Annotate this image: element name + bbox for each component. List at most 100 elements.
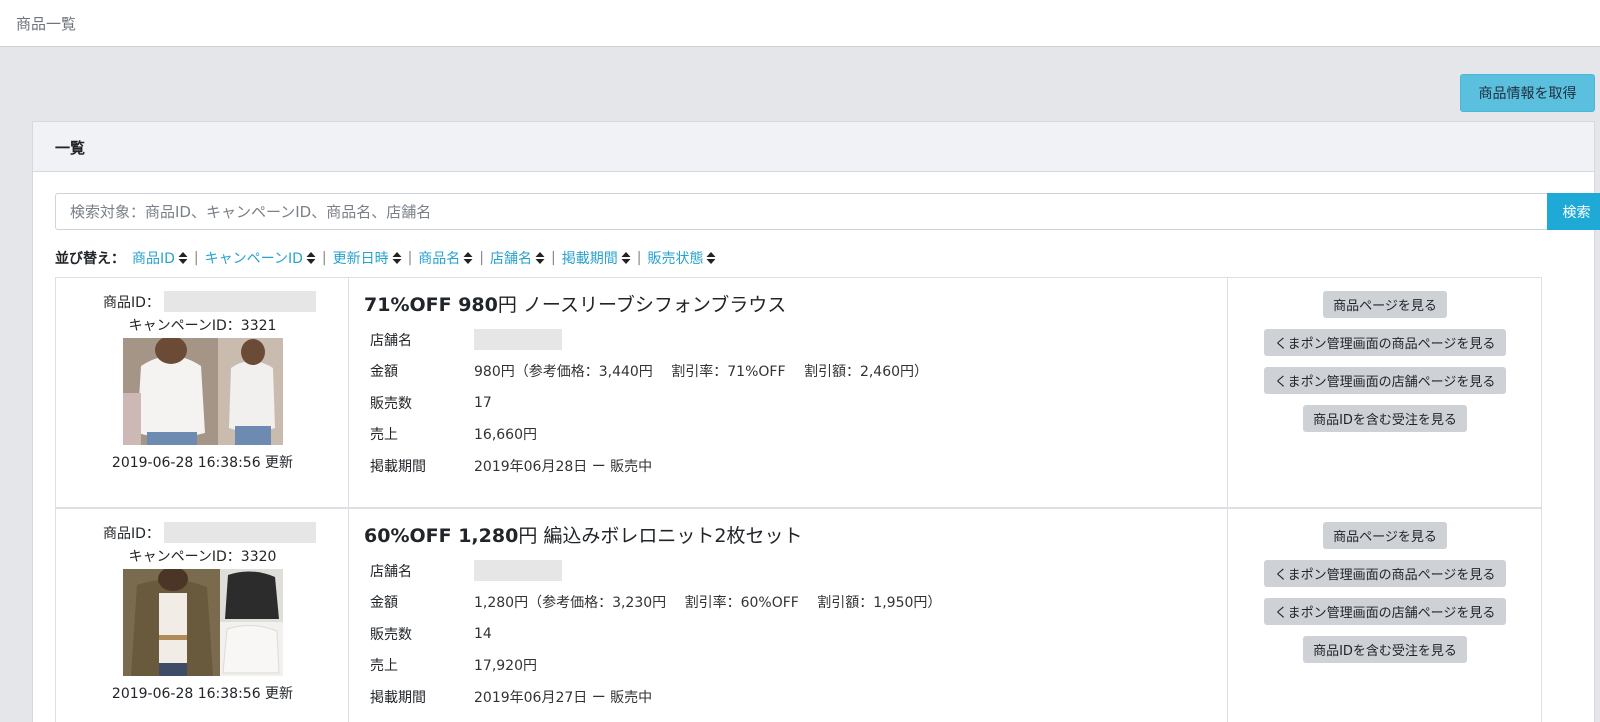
product-details: 71%OFF 980円 ノースリーブシフォンブラウス 店舗名 金額 980円（参… — [350, 278, 1227, 507]
search-input[interactable] — [55, 193, 1548, 230]
sort-label: 商品名 — [418, 251, 461, 267]
sort-label: 掲載期間 — [561, 251, 618, 267]
product-details: 60%OFF 1,280円 編込みボレロニット2枚セット 店舗名 金額 1,28… — [350, 509, 1227, 722]
sort-icon — [178, 252, 188, 264]
product-row: 商品ID： キャンペーンID：3320 2019-06-28 16:38:56 … — [55, 508, 1542, 722]
separator: | — [636, 250, 642, 266]
info-row-sales: 売上 16,660円 — [364, 419, 1204, 451]
sold-label: 販売数 — [370, 395, 412, 412]
info-row-sold: 販売数 17 — [364, 387, 1204, 419]
campaign-id: キャンペーンID：3320 — [128, 549, 277, 565]
breadcrumb: 商品一覧 — [16, 15, 77, 33]
sort-campaign-id[interactable]: キャンペーンID — [205, 248, 316, 268]
info-row-shop: 店舗名 — [364, 555, 1204, 587]
sold-value: 14 — [474, 625, 492, 642]
separator: | — [407, 250, 413, 266]
product-actions: 商品ページを見る くまポン管理画面の商品ページを見る くまポン管理画面の店舗ペー… — [1227, 278, 1542, 507]
info-row-period: 掲載期間 2019年06月27日 ー 販売中 — [364, 681, 1204, 713]
sold-label: 販売数 — [370, 626, 412, 643]
product-id: 商品ID： — [103, 522, 316, 543]
separator: | — [193, 250, 199, 266]
sort-label: 更新日時 — [332, 251, 389, 267]
product-title[interactable]: 71%OFF 980円 ノースリーブシフォンブラウス — [364, 290, 786, 317]
period-label: 掲載期間 — [370, 689, 426, 706]
shop-label: 店舗名 — [370, 563, 412, 580]
product-meta: 商品ID： キャンペーンID：3320 2019-06-28 16:38:56 … — [56, 509, 349, 722]
sort-product-id[interactable]: 商品ID — [132, 248, 188, 268]
sort-sale-status[interactable]: 販売状態 — [647, 248, 716, 268]
sort-label: キャンペーンID — [204, 251, 303, 267]
sort-label: 店舗名 — [490, 251, 533, 267]
product-name: 円 編込みボレロニット2枚セット — [518, 525, 803, 547]
view-product-page-button[interactable]: 商品ページを見る — [1323, 522, 1447, 549]
info-row-sales: 売上 17,920円 — [364, 650, 1204, 682]
sort-shop-name[interactable]: 店舗名 — [490, 248, 545, 268]
admin-shop-page-button[interactable]: くまポン管理画面の店舗ページを見る — [1264, 598, 1506, 625]
period-value: 2019年06月28日 ー 販売中 — [474, 458, 653, 475]
sold-value: 17 — [474, 394, 492, 411]
sort-icon — [535, 252, 545, 264]
price-value: 1,280円（参考価格：3,230円 割引率：60%OFF 割引額：1,950円… — [474, 595, 942, 612]
price-value: 980円（参考価格：3,440円 割引率：71%OFF 割引額：2,460円） — [474, 364, 929, 381]
separator: | — [479, 250, 485, 266]
redacted-product-id — [163, 522, 316, 543]
view-orders-button[interactable]: 商品IDを含む受注を見る — [1303, 405, 1467, 432]
sort-title: 並び替え： — [55, 251, 125, 267]
card-header: 一覧 — [33, 122, 1594, 172]
sort-icon — [306, 252, 316, 264]
info-row-price: 金額 1,280円（参考価格：3,230円 割引率：60%OFF 割引額：1,9… — [364, 587, 1204, 619]
view-product-page-button[interactable]: 商品ページを見る — [1323, 291, 1447, 318]
separator: | — [321, 250, 327, 266]
product-id: 商品ID： — [103, 291, 316, 312]
product-info: 店舗名 金額 980円（参考価格：3,440円 割引率：71%OFF 割引額：2… — [364, 324, 1204, 482]
separator: | — [551, 250, 556, 266]
product-actions: 商品ページを見る くまポン管理画面の商品ページを見る くまポン管理画面の店舗ペー… — [1227, 509, 1542, 722]
sort-icon — [706, 252, 716, 264]
sort-icon — [621, 252, 631, 264]
sort-label: 商品ID — [132, 251, 175, 267]
sort-icon — [392, 252, 402, 264]
admin-product-page-button[interactable]: くまポン管理画面の商品ページを見る — [1264, 329, 1506, 356]
shop-label: 店舗名 — [370, 332, 412, 349]
sales-value: 17,920円 — [474, 658, 537, 675]
card-title: 一覧 — [55, 139, 86, 157]
price-label: 金額 — [370, 595, 398, 612]
updated-at: 2019-06-28 16:38:56 更新 — [111, 455, 294, 471]
redacted-shop-name — [474, 329, 562, 351]
updated-at: 2019-06-28 16:38:56 更新 — [111, 686, 294, 702]
product-thumbnail[interactable] — [123, 338, 283, 445]
sort-period[interactable]: 掲載期間 — [562, 248, 631, 268]
product-thumbnail[interactable] — [123, 569, 283, 676]
sort-icon — [463, 252, 473, 264]
product-list-card: 一覧 検索 並び替え： 商品ID | キャンペーンID | 更新日時 | 商品名… — [32, 121, 1600, 722]
sales-label: 売上 — [370, 658, 398, 675]
search-button[interactable]: 検索 — [1547, 193, 1600, 230]
discount-price: 60%OFF 1,280 — [364, 525, 519, 547]
redacted-shop-name — [474, 560, 562, 582]
sort-label: 販売状態 — [647, 251, 704, 267]
fetch-product-info-button[interactable]: 商品情報を取得 — [1460, 74, 1595, 112]
discount-price: 71%OFF 980 — [364, 294, 498, 316]
info-row-sold: 販売数 14 — [364, 618, 1204, 650]
sort-product-name[interactable]: 商品名 — [418, 248, 473, 268]
redacted-product-id — [163, 291, 316, 312]
price-label: 金額 — [370, 364, 398, 381]
sales-value: 16,660円 — [474, 427, 537, 444]
view-orders-button[interactable]: 商品IDを含む受注を見る — [1303, 636, 1467, 663]
info-row-price: 金額 980円（参考価格：3,440円 割引率：71%OFF 割引額：2,460… — [364, 356, 1204, 388]
campaign-id: キャンペーンID：3321 — [128, 318, 277, 334]
top-bar: 商品一覧 — [0, 0, 1600, 47]
product-id-label: 商品ID： — [103, 294, 160, 311]
product-title[interactable]: 60%OFF 1,280円 編込みボレロニット2枚セット — [364, 521, 802, 548]
product-row: 商品ID： キャンペーンID：3321 2019-06-28 16:38:56 … — [55, 277, 1542, 508]
sales-label: 売上 — [370, 427, 398, 444]
period-value: 2019年06月27日 ー 販売中 — [474, 689, 653, 706]
sort-updated-at[interactable]: 更新日時 — [333, 248, 402, 268]
period-label: 掲載期間 — [370, 458, 426, 475]
info-row-period: 掲載期間 2019年06月28日 ー 販売中 — [364, 450, 1204, 482]
sort-bar: 並び替え： 商品ID | キャンペーンID | 更新日時 | 商品名 | 店舗名… — [55, 248, 716, 268]
admin-product-page-button[interactable]: くまポン管理画面の商品ページを見る — [1264, 560, 1506, 587]
product-name: 円 ノースリーブシフォンブラウス — [497, 294, 787, 316]
admin-shop-page-button[interactable]: くまポン管理画面の店舗ページを見る — [1264, 367, 1506, 394]
product-id-label: 商品ID： — [103, 525, 160, 542]
